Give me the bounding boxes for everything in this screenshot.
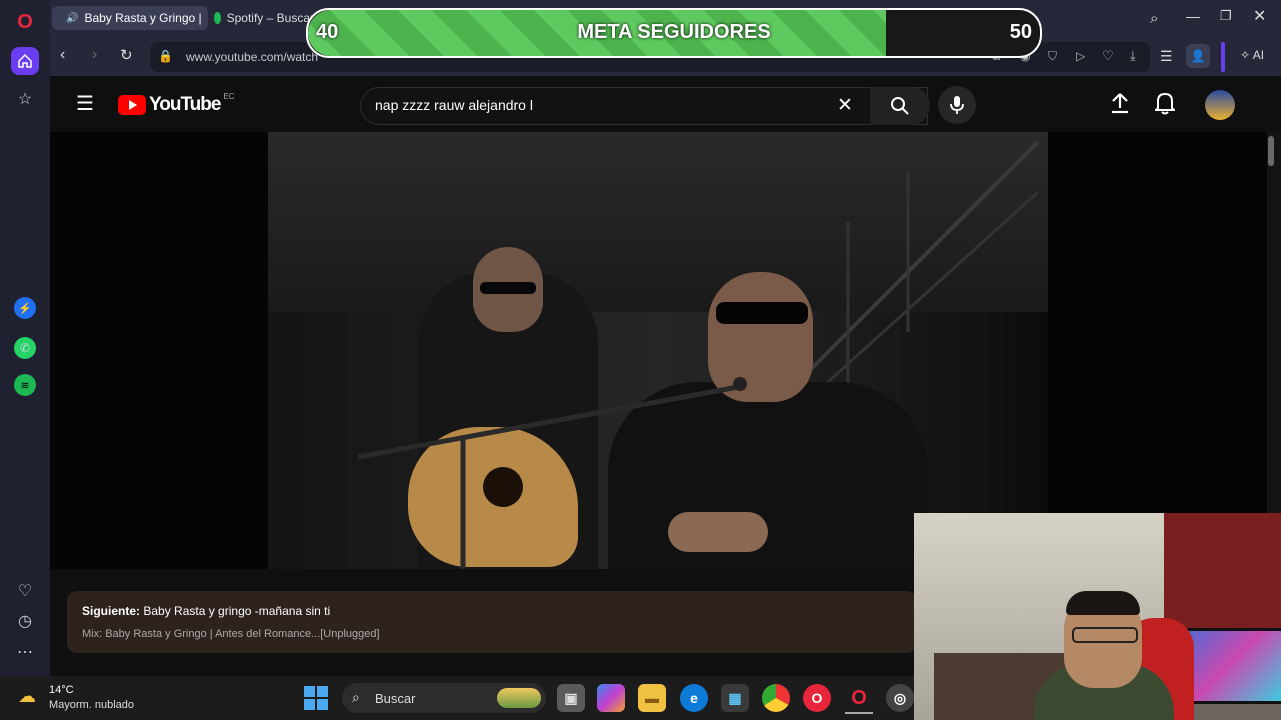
forward-icon[interactable]: › [92,46,97,64]
menu-icon[interactable]: ☰ [1160,48,1173,65]
profile-icon[interactable]: 👤 [1186,44,1210,68]
webcam-overlay [914,513,1281,720]
up-next-heading: Siguiente: Baby Rasta y gringo -mañana s… [82,604,330,618]
create-upload-icon[interactable] [1110,92,1130,119]
tab-label: Spotify – Buscar [226,11,314,25]
tab-youtube[interactable]: 🔊 Baby Rasta y Gringo | [52,6,208,30]
obs-icon[interactable]: ◎ [886,684,914,712]
search-button[interactable] [870,87,930,125]
aria-ai-button[interactable]: ✧ AI [1240,48,1264,62]
opera-taskbar-icon[interactable]: O [845,684,873,714]
sunglasses-icon [480,282,536,294]
search-icon [891,97,909,115]
goal-title: META SEGUIDORES [577,21,771,43]
weather-desc[interactable]: Mayorm. nublado [49,699,134,711]
tab-spotify[interactable]: Spotify – Buscar [206,6,322,30]
microphone-icon [950,96,964,114]
country-code: EC [223,91,235,101]
close-window-icon[interactable]: ✕ [1253,6,1266,26]
copilot-icon[interactable] [597,684,625,712]
up-next-subtitle: Mix: Baby Rasta y Gringo | Antes del Rom… [82,628,380,640]
star-icon[interactable]: ☆ [11,85,39,113]
weather-temp[interactable]: 14°C [49,684,74,696]
search-highlight-icon [497,688,541,708]
avatar[interactable] [1205,90,1235,120]
ai-label: AI [1252,48,1265,62]
clear-search-icon[interactable]: ✕ [837,94,853,117]
reload-icon[interactable]: ↻ [120,46,133,64]
glasses-icon [1072,627,1138,643]
scrollbar-thumb[interactable] [1268,136,1274,166]
windows-taskbar: ☁ 14°C Mayorm. nublado ⌕ Buscar ▣ ▬ e ▦ … [0,676,914,720]
task-view-icon[interactable]: ▣ [557,684,585,712]
chrome-icon[interactable] [762,684,790,712]
history-icon[interactable]: ◷ [11,607,39,635]
weather-icon[interactable]: ☁ [18,686,36,707]
heart-bookmark-icon[interactable]: ♡ [1102,48,1114,64]
up-next-label: Siguiente: [82,604,141,618]
opera-logo-icon[interactable]: O [11,8,39,36]
search-input[interactable]: nap zzzz rauw alejandro l [375,97,533,113]
divider [1221,42,1225,72]
singer-sunglasses-icon [716,302,808,324]
heart-icon[interactable]: ♡ [11,577,39,605]
taskbar-search-placeholder: Buscar [375,691,416,706]
restore-icon[interactable]: ❐ [1220,8,1232,24]
youtube-play-icon [118,95,146,115]
opera-sidebar: O ☆ ⚡ ✆ ≋ ♡ ◷ ⋯ [0,0,50,676]
up-next-card[interactable]: Siguiente: Baby Rasta y gringo -mañana s… [67,591,917,653]
speaker-icon: 🔊 [66,12,79,24]
follower-goal-banner: 40 META SEGUIDORES 50 [306,8,1042,58]
taskbar-search[interactable]: ⌕ Buscar [342,683,546,713]
tab-label: Baby Rasta y Gringo | [84,11,202,25]
goal-end: 50 [1009,21,1032,43]
file-explorer-icon[interactable]: ▬ [638,684,666,712]
notifications-bell-icon[interactable] [1153,91,1177,120]
spotify-icon[interactable]: ≋ [14,374,36,396]
messenger-icon[interactable]: ⚡ [14,297,36,319]
back-icon[interactable]: ‹ [60,46,65,64]
youtube-header: ☰ YouTube EC nap zzzz rauw alejandro l ✕ [50,76,1267,132]
voice-search-button[interactable] [938,86,976,124]
edge-icon[interactable]: e [680,684,708,712]
video-player[interactable] [50,132,1267,569]
youtube-wordmark: YouTube [149,94,221,115]
play-icon[interactable]: ▷ [1076,49,1085,63]
download-icon[interactable]: ⤓ [1130,48,1136,64]
lock-icon: 🔒 [158,49,173,63]
search-tabs-icon[interactable]: ⌕ [1150,10,1158,27]
more-icon[interactable]: ⋯ [11,638,39,666]
search-icon: ⌕ [352,689,360,705]
shield-icon[interactable]: ⛉ [1048,49,1057,64]
video-frame [268,132,1048,569]
below-video-area: Siguiente: Baby Rasta y gringo -mañana s… [50,569,917,676]
store-icon[interactable]: ▦ [721,684,749,712]
spotify-favicon-icon [214,12,221,24]
up-next-title[interactable]: Baby Rasta y gringo -mañana sin ti [143,604,330,618]
url-text[interactable]: www.youtube.com/watch [186,50,318,64]
youtube-logo[interactable]: YouTube EC [118,91,235,116]
start-button[interactable] [304,686,328,710]
search-box[interactable]: nap zzzz rauw alejandro l ✕ [360,87,928,125]
hamburger-menu-icon[interactable]: ☰ [76,94,94,114]
minimize-icon[interactable]: — [1186,8,1200,24]
whatsapp-icon[interactable]: ✆ [14,337,36,359]
home-icon[interactable] [11,47,39,75]
opera-gx-icon[interactable]: O [803,684,831,712]
